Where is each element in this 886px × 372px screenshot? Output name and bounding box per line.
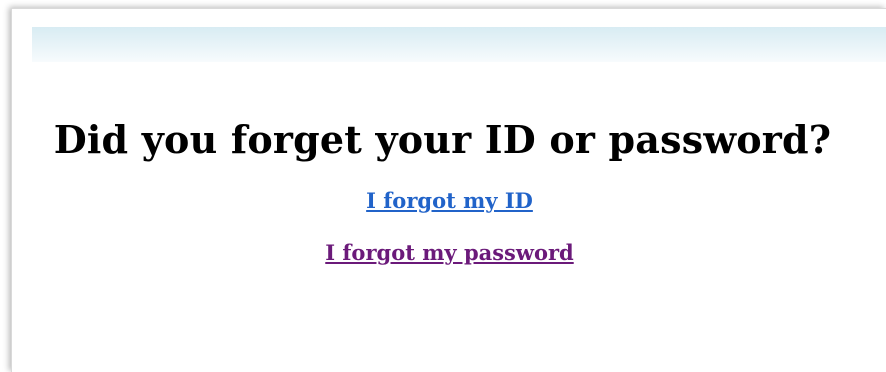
forgot-id-link[interactable]: I forgot my ID [366, 188, 533, 213]
content-area: Did you forget your ID or password? I fo… [12, 115, 886, 267]
forgot-password-link[interactable]: I forgot my password [325, 240, 573, 265]
forgot-password-row: I forgot my password [12, 239, 886, 267]
forgot-id-row: I forgot my ID [12, 187, 886, 215]
page-frame: Did you forget your ID or password? I fo… [11, 8, 886, 372]
header-band [32, 27, 886, 62]
page-title: Did you forget your ID or password? [53, 117, 832, 162]
